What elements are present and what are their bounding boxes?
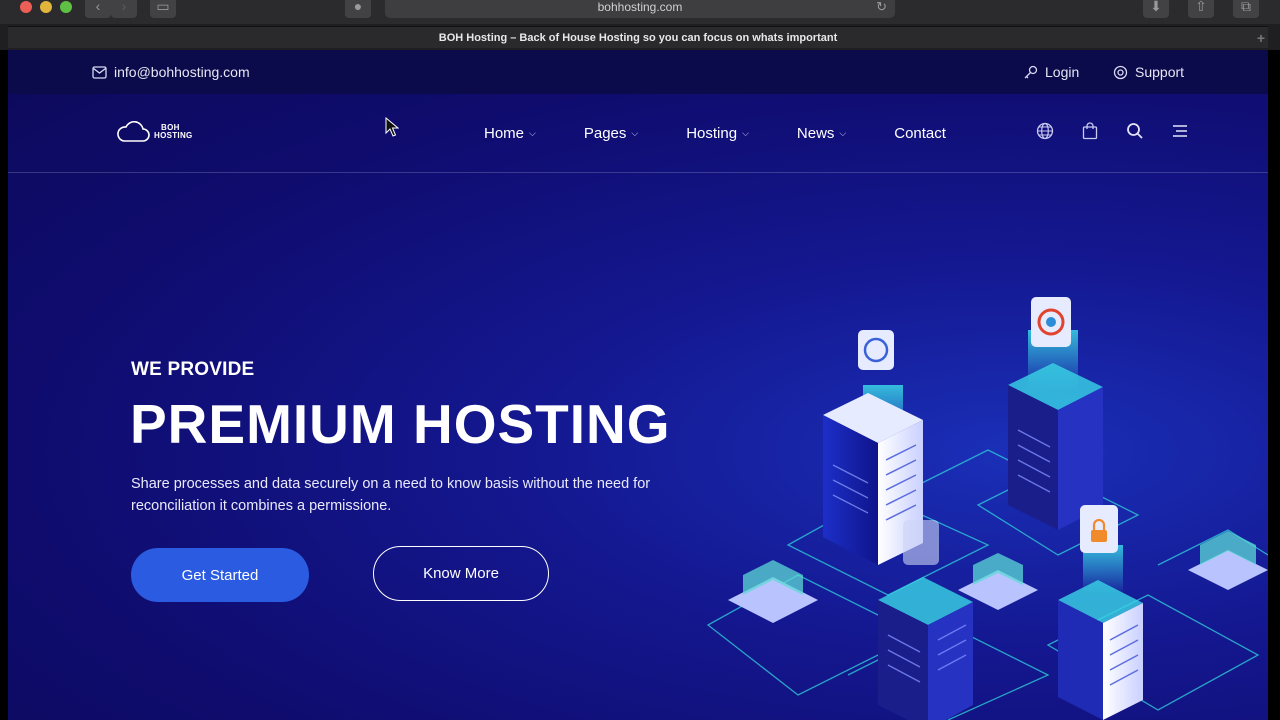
- main-navigation: BOH HOSTING Home ⌵ Pages ⌵ Hosting ⌵ New…: [8, 94, 1268, 173]
- know-more-label: Know More: [423, 565, 499, 582]
- chevron-down-icon: ⌵: [631, 128, 639, 138]
- nav-item-label: Hosting: [686, 125, 738, 142]
- tab-title: BOH Hosting – Back of House Hosting so y…: [438, 32, 838, 44]
- logo-line2: HOSTING: [154, 131, 193, 140]
- nav-icon-group: [1035, 121, 1189, 140]
- active-tab[interactable]: BOH Hosting – Back of House Hosting so y…: [8, 26, 1268, 48]
- email-text: info@bohhosting.com: [114, 64, 250, 80]
- grammarly-extension-icon[interactable]: ●: [345, 0, 371, 18]
- hero-description: Share processes and data securely on a n…: [131, 476, 651, 514]
- chevron-down-icon: ⌵: [529, 128, 536, 138]
- site-logo[interactable]: BOH HOSTING: [116, 121, 193, 143]
- forward-button[interactable]: ›: [111, 0, 137, 18]
- nav-item-news[interactable]: News ⌵: [797, 125, 846, 142]
- sidebar-toggle-button[interactable]: ▭: [150, 0, 176, 18]
- wordpress-badge: [858, 330, 894, 370]
- nav-item-home[interactable]: Home ⌵: [484, 125, 536, 142]
- nav-item-pages[interactable]: Pages ⌵: [584, 125, 638, 142]
- server-tower: [1058, 505, 1143, 720]
- email-link[interactable]: info@bohhosting.com: [92, 50, 250, 94]
- website: info@bohhosting.com Login Support BOH HO…: [8, 50, 1268, 720]
- know-more-button[interactable]: Know More: [373, 546, 549, 601]
- envelope-icon: [92, 65, 107, 79]
- hero-title: PREMIUM HOSTING: [130, 393, 671, 455]
- address-bar[interactable]: bohhosting.com ↻: [385, 0, 895, 18]
- nav-item-label: Home: [484, 125, 525, 142]
- back-button[interactable]: ‹: [85, 0, 111, 18]
- cloud-logo-icon: [117, 121, 150, 142]
- browser-toolbar: ‹ › ▭ ● bohhosting.com ↻ ⬇ ⇧ ⧉: [0, 0, 1280, 24]
- search-icon[interactable]: [1125, 121, 1144, 140]
- lock-badge: [1080, 505, 1118, 553]
- nav-item-label: Contact: [894, 125, 946, 142]
- globe-icon[interactable]: [1035, 121, 1054, 140]
- key-icon: [1024, 65, 1038, 78]
- url-text: bohhosting.com: [597, 0, 683, 14]
- top-bar: info@bohhosting.com Login Support: [8, 50, 1268, 94]
- new-tab-button[interactable]: +: [1252, 27, 1270, 49]
- nav-menu: Home ⌵ Pages ⌵ Hosting ⌵ News ⌵ Contact: [484, 94, 994, 173]
- login-link[interactable]: Login: [1023, 50, 1079, 94]
- minimize-window-button[interactable]: [40, 1, 52, 13]
- hosting-illustration: [706, 297, 1268, 720]
- chevron-down-icon: ⌵: [839, 128, 847, 138]
- support-icon: [1113, 65, 1128, 79]
- tabs-overview-button[interactable]: ⧉: [1233, 0, 1259, 18]
- glass-cubes: [728, 531, 1268, 623]
- logo-text: BOH HOSTING: [154, 124, 193, 140]
- mouse-cursor: [385, 117, 399, 137]
- support-link[interactable]: Support: [1113, 50, 1184, 94]
- hero-subtitle: WE PROVIDE: [131, 359, 255, 380]
- menu-icon[interactable]: [1170, 121, 1189, 140]
- nav-item-label: News: [796, 125, 835, 142]
- nav-item-hosting[interactable]: Hosting ⌵: [686, 125, 749, 142]
- browser-chrome: ‹ › ▭ ● bohhosting.com ↻ ⬇ ⇧ ⧉ BOH Hosti…: [0, 0, 1280, 50]
- zoom-window-button[interactable]: [60, 1, 72, 13]
- bag-icon[interactable]: [1080, 121, 1099, 140]
- get-started-button[interactable]: Get Started: [131, 548, 309, 602]
- share-button[interactable]: ⇧: [1188, 0, 1214, 18]
- nav-item-label: Pages: [583, 125, 627, 142]
- close-window-button[interactable]: [20, 1, 32, 13]
- login-text: Login: [1045, 64, 1080, 80]
- server-tower: [1008, 297, 1103, 530]
- reload-icon[interactable]: ↻: [876, 0, 887, 18]
- get-started-label: Get Started: [181, 566, 259, 584]
- downloads-button[interactable]: ⬇: [1143, 0, 1169, 18]
- support-text: Support: [1135, 64, 1185, 80]
- nav-item-contact[interactable]: Contact: [894, 125, 946, 142]
- chevron-down-icon: ⌵: [742, 128, 749, 138]
